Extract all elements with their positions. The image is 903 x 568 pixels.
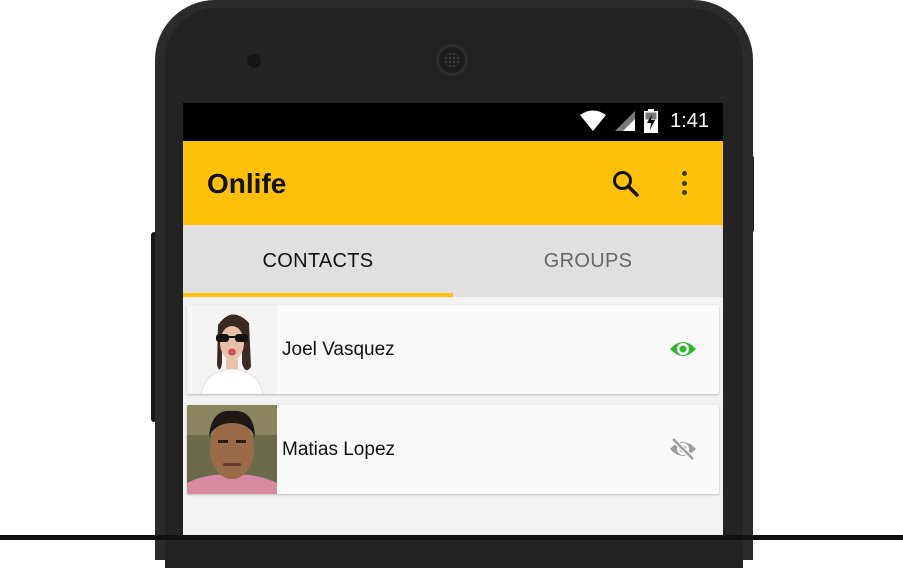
contact-row[interactable]: Matias Lopez — [187, 405, 719, 494]
contact-list: Joel Vasquez Matias Lopez — [183, 297, 723, 540]
battery-charging-icon — [644, 109, 659, 133]
bottom-edge — [0, 535, 903, 540]
search-icon — [613, 171, 639, 197]
app-bar: Onlife — [183, 141, 723, 225]
menu-dot — [681, 171, 687, 176]
eye-icon[interactable] — [669, 337, 697, 361]
tab-groups[interactable]: GROUPS — [453, 225, 723, 297]
search-button[interactable] — [611, 169, 641, 199]
phone-screen: 1:41 Onlife CONTACTS GROUPS Joel Vasquez… — [183, 103, 723, 540]
status-bar: 1:41 — [183, 103, 723, 141]
earpiece-speaker — [436, 44, 468, 76]
menu-dot — [681, 180, 687, 186]
more-options-icon[interactable] — [677, 167, 691, 199]
contact-row[interactable]: Joel Vasquez — [187, 305, 719, 394]
avatar — [187, 305, 277, 394]
cell-signal-icon — [615, 111, 636, 131]
contact-name: Matias Lopez — [282, 438, 396, 460]
status-time: 1:41 — [670, 109, 709, 132]
avatar — [187, 405, 277, 494]
wifi-icon — [580, 110, 607, 131]
menu-dot — [681, 190, 687, 195]
eye-off-icon[interactable] — [669, 437, 697, 461]
status-icons: 1:41 — [580, 109, 709, 133]
app-title: Onlife — [207, 168, 287, 199]
tab-bar: CONTACTS GROUPS — [183, 225, 723, 297]
front-camera — [247, 54, 261, 68]
contact-name: Joel Vasquez — [282, 338, 395, 360]
tab-contacts[interactable]: CONTACTS — [183, 225, 453, 297]
